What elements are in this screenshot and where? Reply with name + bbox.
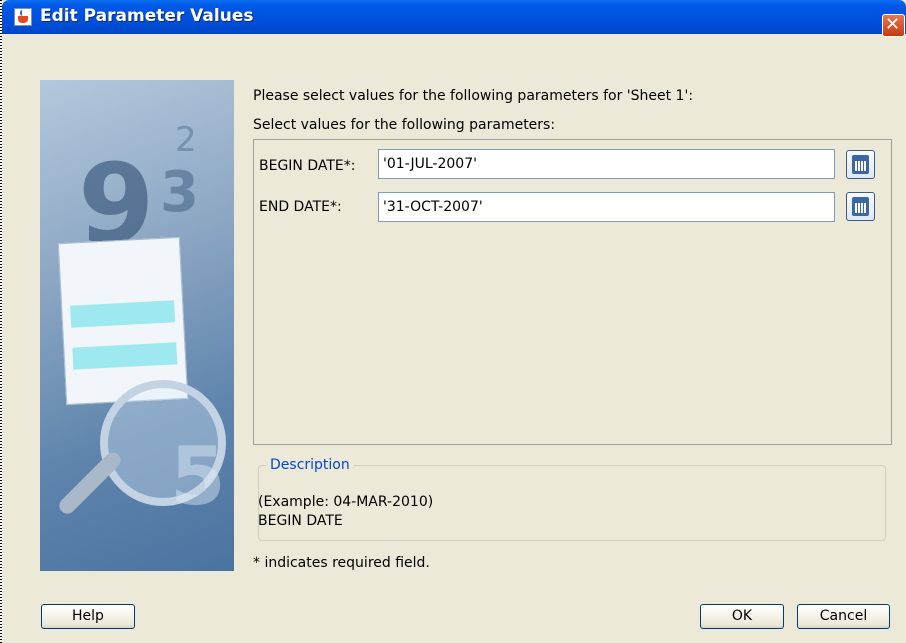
ok-button[interactable]: OK bbox=[700, 604, 784, 629]
title-bar[interactable]: Edit Parameter Values ✕ bbox=[2, 0, 906, 37]
close-button[interactable]: ✕ bbox=[882, 14, 905, 37]
cancel-button[interactable]: Cancel bbox=[797, 604, 890, 629]
prompt-subtext: Select values for the following paramete… bbox=[253, 117, 556, 133]
end-date-label: END DATE*: bbox=[259, 199, 342, 215]
calendar-icon bbox=[852, 197, 869, 216]
window-title: Edit Parameter Values bbox=[40, 6, 254, 26]
end-date-calendar-button[interactable] bbox=[846, 192, 875, 221]
close-icon: ✕ bbox=[885, 14, 901, 35]
required-field-note: * indicates required field. bbox=[253, 555, 430, 571]
end-date-input[interactable] bbox=[378, 192, 835, 222]
description-example: (Example: 04-MAR-2010) bbox=[258, 494, 434, 510]
decorative-side-image: 2 9 3 5 bbox=[40, 80, 234, 571]
calendar-icon bbox=[852, 155, 869, 174]
help-button[interactable]: Help bbox=[41, 604, 135, 629]
description-name: BEGIN DATE bbox=[258, 513, 343, 529]
parameters-panel bbox=[253, 139, 892, 445]
java-app-icon bbox=[14, 8, 32, 26]
description-legend: Description bbox=[266, 457, 354, 473]
begin-date-calendar-button[interactable] bbox=[846, 150, 875, 179]
prompt-text: Please select values for the following p… bbox=[253, 88, 694, 104]
begin-date-label: BEGIN DATE*: bbox=[259, 158, 356, 174]
begin-date-input[interactable] bbox=[378, 149, 835, 179]
